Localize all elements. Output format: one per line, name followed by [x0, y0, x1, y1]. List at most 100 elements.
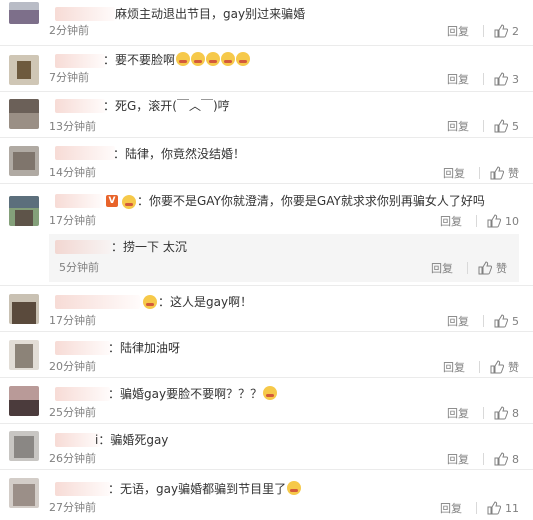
comment-actions: 回复 5	[447, 313, 519, 329]
emoji-icon	[122, 195, 136, 209]
avatar[interactable]	[9, 431, 39, 461]
divider	[483, 453, 484, 465]
thumbs-up-icon[interactable]	[490, 360, 504, 374]
comment-actions: 回复 10	[440, 213, 519, 229]
comment-actions: 回复 11	[440, 500, 519, 516]
reply-button[interactable]: 回复	[447, 71, 469, 87]
reply-button[interactable]: 回复	[447, 118, 469, 134]
thumbs-up-icon[interactable]	[490, 166, 504, 180]
thumbs-up-icon[interactable]	[478, 261, 492, 275]
thumbs-up-icon[interactable]	[487, 214, 501, 228]
comment-time: 20分钟前	[49, 360, 96, 373]
comment-time: 17分钟前	[49, 314, 96, 327]
like-count[interactable]: 赞	[508, 359, 519, 375]
username[interactable]	[55, 433, 100, 447]
username[interactable]	[55, 54, 105, 68]
comment-time: 7分钟前	[49, 71, 89, 84]
comment-time: 14分钟前	[49, 166, 96, 179]
comment-actions: 回复 赞	[443, 359, 519, 375]
comment-text: ：无语，gay骗婚都骗到节目里了	[108, 481, 302, 497]
thumbs-up-icon[interactable]	[494, 314, 508, 328]
reply-button[interactable]: 回复	[443, 359, 465, 375]
crying-emoji-icon	[287, 481, 302, 495]
comment-feed: 麻烦主动退出节目，gay别过来骗婚 2分钟前 回复 2 ：要不要脸啊 7分钟前 …	[0, 0, 533, 520]
comment-item: i：骗婚死gay 26分钟前 回复 8	[0, 423, 533, 468]
divider	[483, 315, 484, 327]
comment-text: ：这人是gay啊！	[158, 295, 253, 309]
reply-button[interactable]: 回复	[447, 313, 469, 329]
crying-emoji-icon	[263, 386, 278, 400]
thumbs-up-icon[interactable]	[494, 24, 508, 38]
like-count[interactable]: 赞	[496, 260, 507, 276]
username[interactable]	[55, 387, 110, 401]
comment-actions: 回复 3	[447, 71, 519, 87]
username[interactable]	[55, 341, 110, 355]
comment-text: ：死G，滚开(￣︿￣)哼	[103, 99, 230, 113]
thumbs-up-icon[interactable]	[494, 406, 508, 420]
comment-actions: 回复 8	[447, 405, 519, 421]
avatar[interactable]	[9, 55, 39, 85]
comment-text: 麻烦主动退出节目，gay别过来骗婚	[115, 7, 306, 21]
avatar[interactable]	[9, 294, 39, 324]
thumbs-up-icon[interactable]	[494, 119, 508, 133]
like-count[interactable]: 3	[512, 73, 519, 86]
divider	[483, 73, 484, 85]
like-count[interactable]: 5	[512, 315, 519, 328]
comment-item: ：陆律，你竟然没结婚！ 14分钟前 回复 赞	[0, 137, 533, 182]
reply-button[interactable]: 回复	[443, 165, 465, 181]
comment-text: ：要不要脸啊	[103, 52, 251, 68]
reply-actions: 回复 赞	[431, 260, 507, 276]
reply-button[interactable]: 回复	[447, 451, 469, 467]
like-count[interactable]: 8	[512, 407, 519, 420]
crying-emoji-icon	[176, 52, 191, 66]
reply-time: 5分钟前	[59, 261, 99, 274]
like-count[interactable]: 赞	[508, 165, 519, 181]
like-count[interactable]: 2	[512, 25, 519, 38]
divider	[483, 407, 484, 419]
thumbs-up-icon[interactable]	[494, 452, 508, 466]
crying-emoji-icon	[206, 52, 221, 66]
divider	[467, 262, 468, 274]
avatar[interactable]	[9, 478, 39, 508]
like-count[interactable]: 10	[505, 215, 519, 228]
username[interactable]	[55, 146, 115, 160]
avatar[interactable]	[9, 196, 39, 226]
reply-button[interactable]: 回复	[447, 405, 469, 421]
comment-time: 25分钟前	[49, 406, 96, 419]
nested-reply: ：捞一下 太沉 5分钟前 回复 赞	[49, 234, 519, 282]
like-count[interactable]: 8	[512, 453, 519, 466]
reply-button[interactable]: 回复	[431, 260, 453, 276]
avatar[interactable]	[9, 340, 39, 370]
comment-item: ：骗婚gay要脸不要啊？？？ 25分钟前 回复 8	[0, 377, 533, 422]
avatar[interactable]	[9, 2, 39, 24]
divider	[476, 502, 477, 514]
reply-button[interactable]: 回复	[440, 213, 462, 229]
comment-time: 13分钟前	[49, 120, 96, 133]
thumbs-up-icon[interactable]	[487, 501, 501, 515]
divider	[483, 25, 484, 37]
avatar[interactable]	[9, 146, 39, 176]
reply-button[interactable]: 回复	[440, 500, 462, 516]
reply-button[interactable]: 回复	[447, 23, 469, 39]
avatar[interactable]	[9, 99, 39, 129]
divider	[483, 120, 484, 132]
username[interactable]	[55, 194, 103, 208]
username[interactable]	[55, 7, 115, 21]
username[interactable]	[55, 240, 111, 254]
comment-actions: 回复 8	[447, 451, 519, 467]
like-count[interactable]: 11	[505, 502, 519, 515]
thumbs-up-icon[interactable]	[494, 72, 508, 86]
comment-item: ：陆律加油呀 20分钟前 回复 赞	[0, 331, 533, 376]
like-count[interactable]: 5	[512, 120, 519, 133]
comment-item: V ：你要不是GAY你就澄清，你要是GAY就求求你别再骗女人了好吗 17分钟前 …	[0, 183, 533, 284]
username[interactable]	[55, 99, 105, 113]
comment-time: 2分钟前	[49, 24, 89, 37]
comment-text: ：陆律，你竟然没结婚！	[113, 147, 246, 161]
username[interactable]	[55, 482, 110, 496]
avatar[interactable]	[9, 386, 39, 416]
comment-time: 27分钟前	[49, 501, 96, 514]
comment-item: 麻烦主动退出节目，gay别过来骗婚 2分钟前 回复 2	[0, 0, 533, 40]
comment-item: ：这人是gay啊！ 17分钟前 回复 5	[0, 285, 533, 330]
username[interactable]	[55, 295, 140, 309]
comment-item: ：无语，gay骗婚都骗到节目里了 27分钟前 回复 11	[0, 469, 533, 520]
